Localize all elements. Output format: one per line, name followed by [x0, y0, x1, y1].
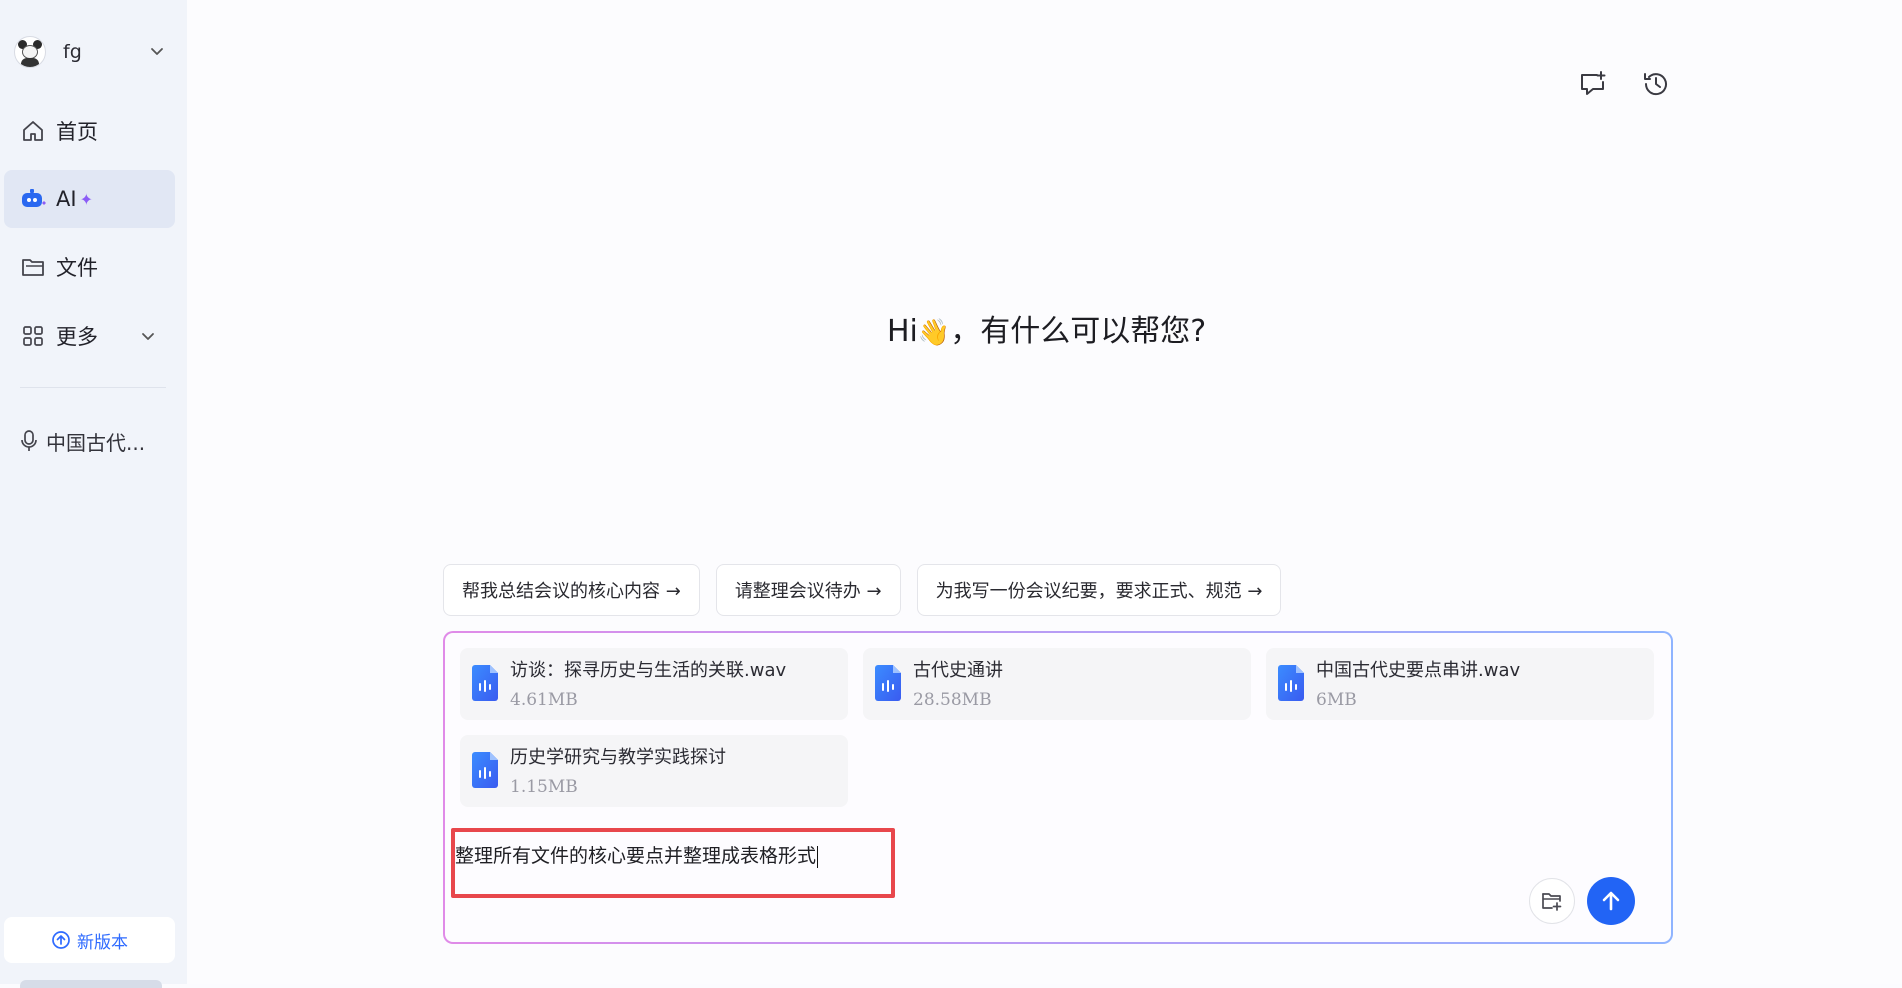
- sidebar-item-more[interactable]: 更多: [4, 307, 175, 365]
- user-menu[interactable]: fg: [14, 34, 164, 70]
- wave-emoji: 👋: [917, 318, 951, 348]
- sidebar: fg 首页 AI ✦ 文件 更多 中国古代... 新版本: [0, 0, 187, 988]
- sidebar-divider: [20, 387, 166, 388]
- sidebar-item-home[interactable]: 首页: [4, 102, 175, 160]
- chat-composer: 访谈：探寻历史与生活的关联.wav 4.61MB 古代史通讲 28.58MB 中…: [443, 631, 1673, 944]
- audio-file-icon: [1278, 665, 1304, 701]
- chevron-down-icon: [151, 48, 163, 55]
- recent-item-label: 中国古代...: [46, 430, 146, 455]
- sidebar-item-ai[interactable]: AI ✦: [4, 170, 175, 228]
- file-name: 历史学研究与教学实践探讨: [510, 747, 726, 768]
- file-size: 1.15MB: [510, 777, 578, 797]
- send-button[interactable]: [1587, 877, 1635, 925]
- file-card[interactable]: 历史学研究与教学实践探讨 1.15MB: [460, 735, 848, 807]
- text-caret: [817, 845, 819, 868]
- new-version-label: 新版本: [77, 932, 128, 953]
- user-name: fg: [63, 41, 82, 63]
- recent-item[interactable]: 中国古代...: [20, 426, 170, 456]
- main-area: Hi👋，有什么可以帮您? 帮我总结会议的核心内容 → 请整理会议待办 → 为我写…: [187, 0, 1902, 984]
- sidebar-item-label: AI: [56, 187, 77, 211]
- history-button[interactable]: [1640, 68, 1672, 100]
- upgrade-arrow-icon: [51, 930, 71, 950]
- file-name: 访谈：探寻历史与生活的关联.wav: [510, 660, 787, 681]
- chevron-down-icon: [142, 333, 154, 340]
- suggestion-chips: 帮我总结会议的核心内容 → 请整理会议待办 → 为我写一份会议纪要，要求正式、规…: [443, 564, 1282, 616]
- prompt-input-value: 整理所有文件的核心要点并整理成表格形式: [455, 845, 817, 867]
- file-name: 中国古代史要点串讲.wav: [1316, 660, 1521, 681]
- file-card[interactable]: 古代史通讲 28.58MB: [863, 648, 1251, 720]
- bottom-handle: [20, 980, 162, 988]
- greeting-title: Hi👋，有什么可以帮您?: [887, 314, 1207, 349]
- suggestion-chip[interactable]: 请整理会议待办 →: [715, 564, 901, 616]
- ai-bot-icon: [20, 186, 46, 212]
- new-version-button[interactable]: 新版本: [4, 917, 175, 963]
- add-file-button[interactable]: [1529, 878, 1575, 924]
- suggestion-chip[interactable]: 帮我总结会议的核心内容 →: [443, 564, 700, 616]
- folder-icon: [20, 254, 46, 280]
- file-size: 4.61MB: [510, 690, 578, 710]
- sparkle-icon: ✦: [79, 189, 93, 209]
- file-card[interactable]: 访谈：探寻历史与生活的关联.wav 4.61MB: [460, 648, 848, 720]
- prompt-input[interactable]: 整理所有文件的核心要点并整理成表格形式: [455, 841, 819, 868]
- home-icon: [20, 118, 46, 144]
- history-icon: [1644, 73, 1667, 96]
- new-chat-icon: [1581, 71, 1606, 95]
- file-card[interactable]: 中国古代史要点串讲.wav 6MB: [1266, 648, 1654, 720]
- audio-file-icon: [875, 665, 901, 701]
- suggestion-chip[interactable]: 为我写一份会议纪要，要求正式、规范 →: [916, 564, 1282, 616]
- avatar: [14, 36, 46, 68]
- arrow-up-icon: [1602, 891, 1620, 911]
- microphone-icon: [20, 429, 40, 453]
- sidebar-item-label: 文件: [56, 256, 98, 280]
- sidebar-item-files[interactable]: 文件: [4, 238, 175, 296]
- folder-add-icon: [1542, 893, 1562, 911]
- new-chat-button[interactable]: [1577, 68, 1609, 100]
- file-size: 6MB: [1316, 690, 1357, 710]
- sidebar-item-label: 更多: [56, 325, 98, 349]
- grid-icon: [20, 323, 46, 349]
- audio-file-icon: [472, 752, 498, 788]
- sidebar-item-label: 首页: [56, 120, 98, 144]
- file-size: 28.58MB: [913, 690, 992, 710]
- audio-file-icon: [472, 665, 498, 701]
- file-name: 古代史通讲: [913, 660, 1003, 681]
